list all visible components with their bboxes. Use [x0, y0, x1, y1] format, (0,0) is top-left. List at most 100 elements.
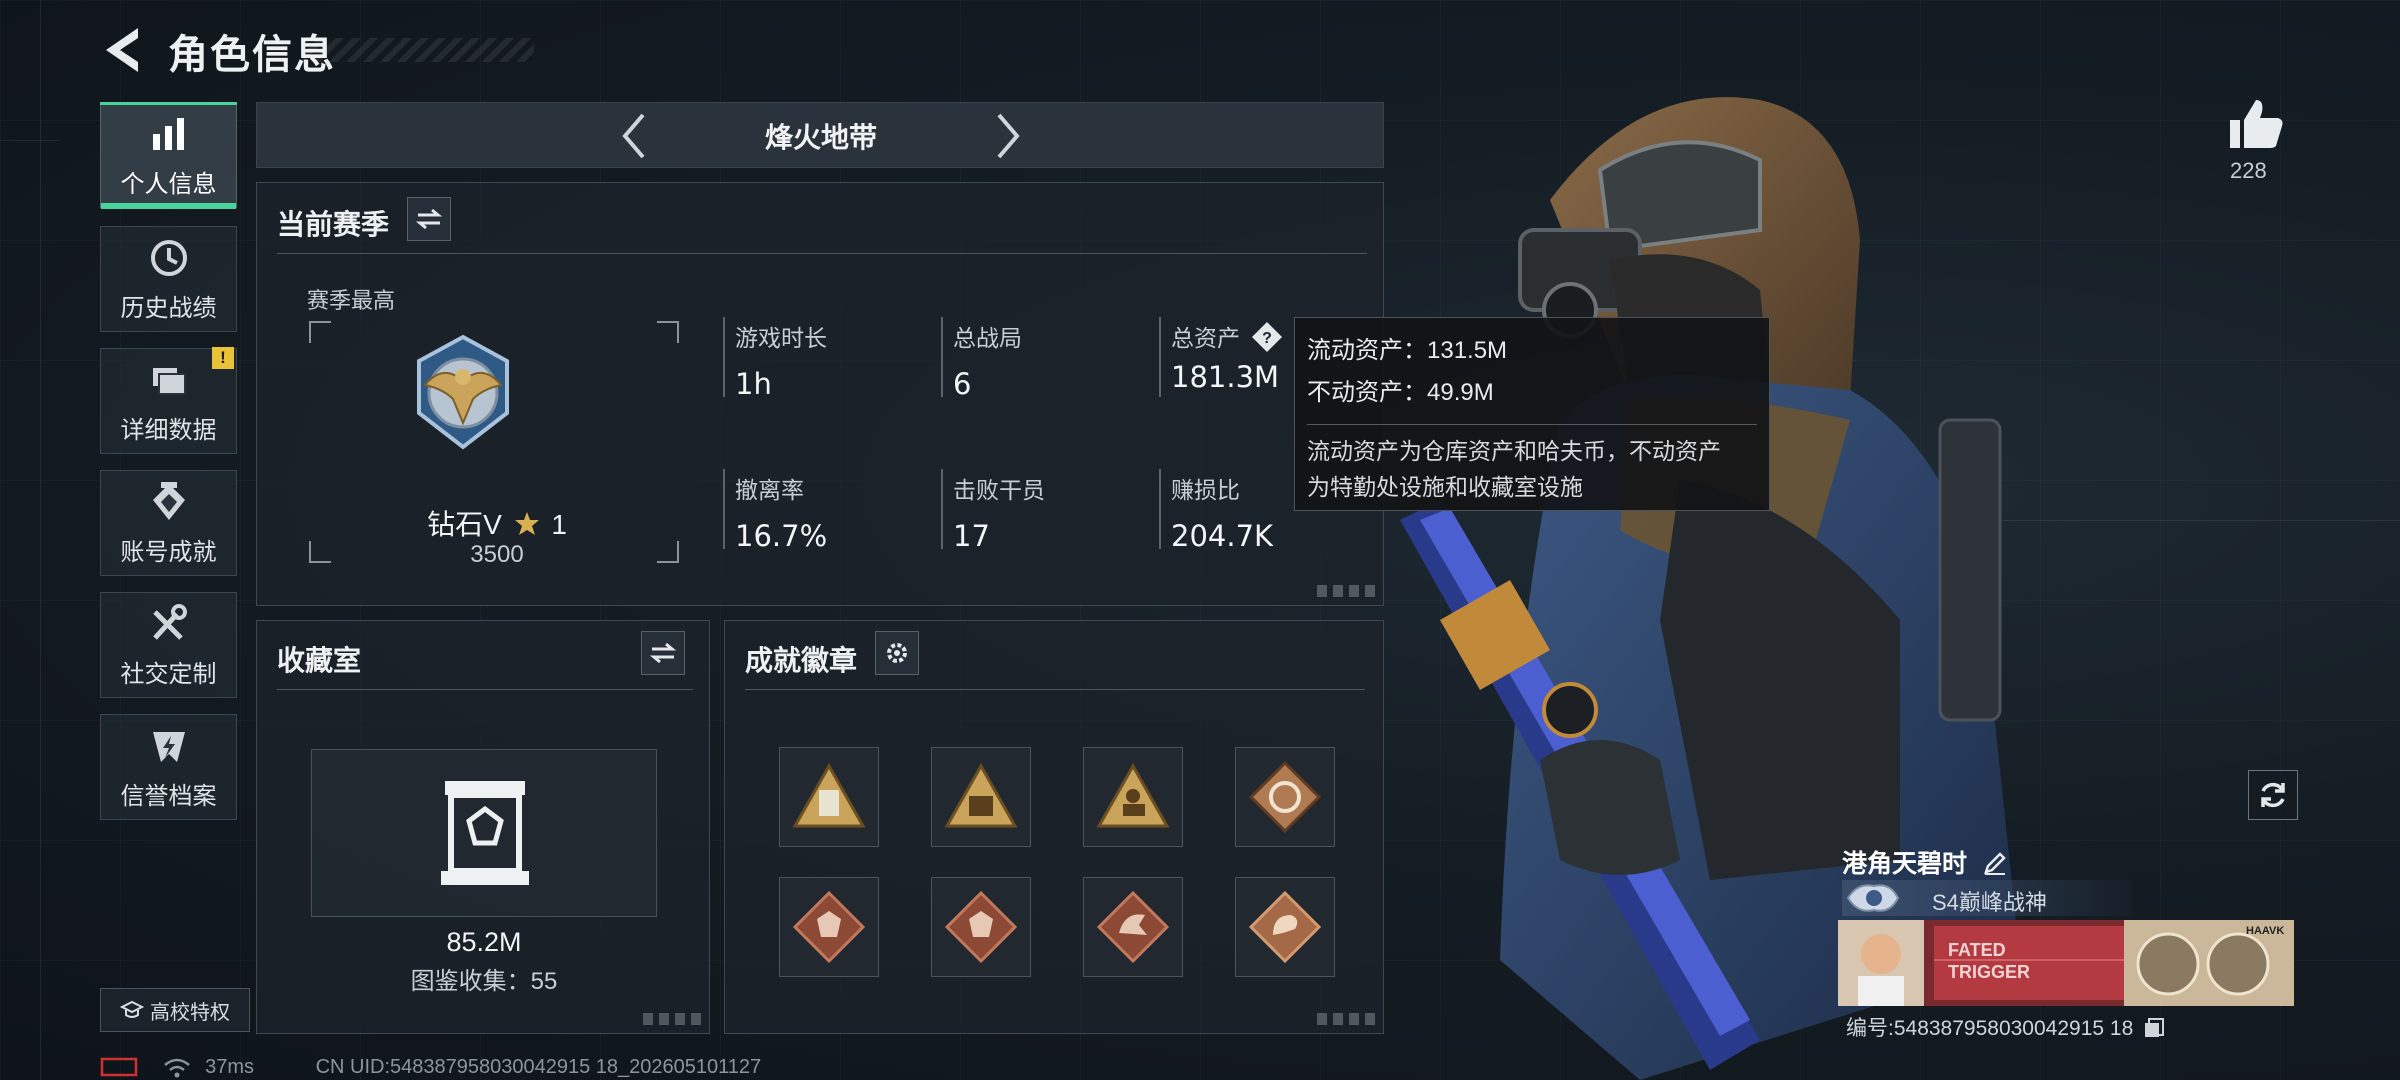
achievement-badge[interactable]: [1235, 747, 1335, 847]
campus-privilege-label: 高校特权: [150, 1001, 230, 1024]
achievement-badge[interactable]: [931, 877, 1031, 977]
corner-decoration: [1317, 585, 1375, 597]
chevron-right-icon[interactable]: [993, 111, 1023, 161]
hud-line: [40, 0, 41, 1080]
sidebar-item-personal-info[interactable]: 个人信息: [100, 102, 237, 209]
assets-description-line: 流动资产为仓库资产和哈夫币，不动资产: [1307, 438, 1721, 464]
stat-value: 181.3M: [1171, 360, 1280, 394]
svg-text:TRIGGER: TRIGGER: [1948, 962, 2030, 982]
player-id-text: 编号:548387958030042915 18: [1846, 1017, 2134, 1040]
stat-label-text: 总资产: [1171, 325, 1240, 351]
clock-icon: [150, 239, 187, 276]
mode-title: 烽火地带: [764, 122, 877, 153]
fixed-assets: 不动资产：49.9M: [1307, 379, 1494, 406]
graduation-cap-icon: [120, 1000, 144, 1018]
collection-title: 收藏室: [277, 645, 362, 676]
collection-value: 85.2M: [446, 927, 522, 957]
sidebar-item-label: 个人信息: [120, 170, 217, 198]
achievement-badge[interactable]: [1235, 877, 1335, 977]
rank-info: 钻石V 1: [257, 503, 737, 543]
stat-profit-ratio: 赚损比 204.7K: [1159, 469, 1273, 553]
svg-text:HAAVK: HAAVK: [2246, 925, 2284, 937]
rank-stars: 1: [551, 509, 567, 540]
player-id: 编号:548387958030042915 18: [1846, 1012, 2165, 1042]
badge-wolf-icon: [944, 890, 1018, 964]
divider: [745, 689, 1365, 690]
stat-extract-rate: 撤离率 16.7%: [723, 469, 827, 553]
season-best-label: 赛季最高: [307, 288, 396, 313]
achievement-icon: [152, 481, 185, 520]
sidebar-item-label: 历史战绩: [120, 294, 217, 322]
bar-chart-icon: [152, 117, 184, 150]
like-count: 228: [2230, 158, 2267, 183]
edit-pencil-icon[interactable]: [1982, 850, 2008, 876]
star-icon: [514, 512, 539, 535]
sidebar-item-history[interactable]: 历史战绩: [100, 226, 237, 332]
badge-card-icon: [792, 762, 866, 828]
assets-description: 流动资产为仓库资产和哈夫币，不动资产 为特勤处设施和收藏室设施: [1307, 424, 1757, 505]
badge-wolf-icon: [792, 890, 866, 964]
title-decoration: [302, 38, 534, 62]
alert-badge: !: [212, 347, 234, 369]
achievements-title: 成就徽章: [745, 645, 858, 676]
achievements-settings-button[interactable]: [875, 631, 919, 675]
mode-selector: 烽火地带: [256, 102, 1384, 168]
stat-value: 204.7K: [1171, 519, 1274, 553]
back-arrow-icon[interactable]: [98, 24, 144, 76]
uid-text: CN UID:548387958030042915 18_20260510112…: [315, 1056, 762, 1078]
divider: [277, 253, 1367, 254]
collection-panel: 收藏室 85.2M 图鉴收集：55: [256, 620, 710, 1034]
stat-total-assets: 总资产 ? 181.3M: [1159, 317, 1284, 397]
player-name-text: 港角天碧时: [1842, 850, 1968, 878]
rank-name: 钻石V: [427, 509, 502, 540]
assets-description-line: 为特勤处设施和收藏室设施: [1307, 474, 1583, 500]
achievement-badge[interactable]: [1083, 747, 1183, 847]
stat-total-matches: 总战局 6: [941, 317, 1022, 401]
stat-kills: 击败干员 17: [941, 469, 1045, 553]
refresh-button[interactable]: [2248, 770, 2298, 820]
player-banner[interactable]: FATED TRIGGER HAAVK: [1838, 920, 2294, 1006]
refresh-icon: [2261, 782, 2285, 808]
swap-icon: [416, 208, 442, 230]
stat-label: 撤离率: [735, 477, 804, 503]
player-name: 港角天碧时: [1842, 844, 2008, 880]
campus-privilege-button[interactable]: 高校特权: [100, 988, 250, 1032]
achievement-badge[interactable]: [931, 747, 1031, 847]
assets-tooltip: 流动资产：131.5M 不动资产：49.9M 流动资产为仓库资产和哈夫币，不动资…: [1294, 317, 1770, 511]
stat-label: 游戏时长: [735, 325, 827, 351]
achievements-panel: 成就徽章: [724, 620, 1384, 1034]
chevron-left-icon[interactable]: [619, 111, 649, 161]
achievement-badge[interactable]: [779, 747, 879, 847]
sidebar-item-account-achievements[interactable]: 账号成就: [100, 470, 237, 576]
rank-emblem-icon: [417, 334, 509, 450]
tools-icon: [152, 603, 187, 640]
thumbs-up-icon[interactable]: [2226, 96, 2286, 152]
svg-text:?: ?: [1263, 330, 1273, 347]
stat-label: 总资产 ?: [1171, 319, 1284, 354]
sidebar-item-social-custom[interactable]: 社交定制: [100, 592, 237, 698]
season-switch-button[interactable]: [407, 197, 451, 241]
achievement-badge[interactable]: [1083, 877, 1183, 977]
sidebar-item-credit-file[interactable]: 信誉档案: [100, 714, 237, 820]
stat-value: 1h: [735, 367, 772, 401]
rank-score: 3500: [470, 541, 524, 568]
badge-serpent-icon: [1248, 890, 1322, 964]
copy-icon[interactable]: [2143, 1017, 2165, 1039]
sidebar-item-label: 详细数据: [120, 416, 217, 444]
title-emblem-icon: [1846, 884, 1900, 912]
achievement-badge[interactable]: [779, 877, 879, 977]
collection-catalog: 图鉴收集：55: [410, 968, 558, 995]
ping-text: 37ms: [205, 1056, 255, 1078]
help-icon[interactable]: ?: [1250, 320, 1284, 354]
svg-text:FATED: FATED: [1948, 940, 2006, 960]
sidebar-item-detailed-data[interactable]: ! 详细数据: [100, 347, 237, 454]
hud-line: [0, 140, 60, 141]
wifi-icon: [163, 1058, 190, 1078]
stat-label: 击败干员: [953, 477, 1045, 503]
gear-icon: [887, 643, 907, 663]
shield-bolt-icon: [152, 731, 185, 762]
collection-switch-button[interactable]: [641, 631, 685, 675]
stat-play-time: 游戏时长 1h: [723, 317, 827, 401]
corner-decoration: [643, 1013, 701, 1025]
corner-decoration: [1317, 1013, 1375, 1025]
